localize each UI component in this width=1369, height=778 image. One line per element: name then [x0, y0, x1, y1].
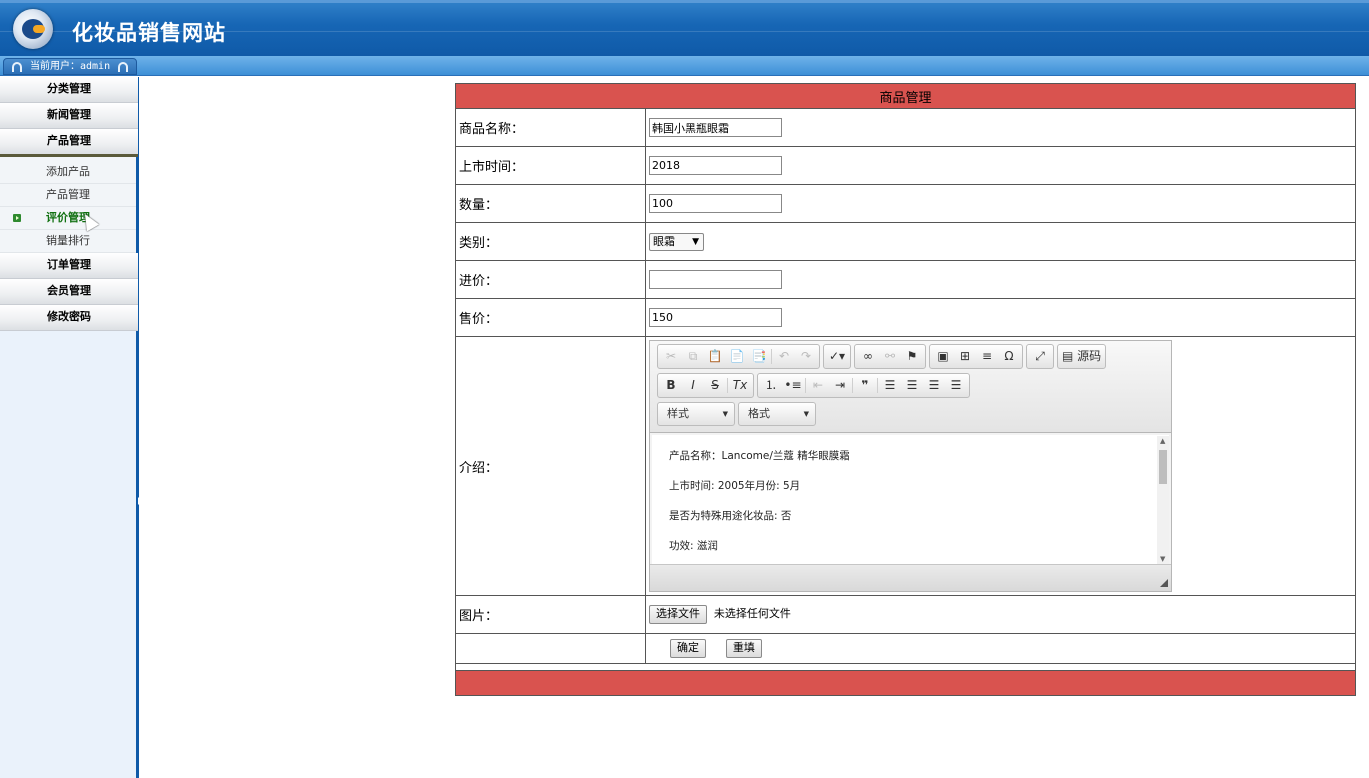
cut-icon[interactable]: ✂ — [660, 345, 682, 368]
redo-icon[interactable]: ↷ — [795, 345, 817, 368]
content-line: 产品名称：Lancome/兰蔻 精华眼膜霜 — [669, 450, 850, 462]
intro-label: 介绍： — [455, 336, 646, 596]
date-label: 上市时间： — [455, 146, 646, 185]
style-combo-label: 样式 — [667, 407, 689, 420]
maximize-icon[interactable]: ⤢ — [1029, 345, 1051, 368]
sidebar-toggle-icon[interactable] — [138, 497, 142, 505]
category-label: 类别： — [455, 222, 646, 261]
remove-format-icon[interactable]: Tx — [729, 374, 751, 397]
editor-toolbar: ✂ ⧉ 📋 📄 📑 ↶ ↷ ✓▾ ∞ ⚯ ⚑ ▣ ⊞ ≡ Ω ⤢ ▤ 源码 B … — [650, 341, 1171, 433]
table-icon[interactable]: ⊞ — [954, 345, 976, 368]
editor-footer — [650, 564, 1171, 591]
user-right-icon — [118, 62, 128, 72]
submenu-review-management[interactable]: 评价管理 — [0, 207, 136, 230]
source-doc-icon: ▤ — [1062, 349, 1074, 363]
bold-icon[interactable]: B — [660, 374, 682, 397]
file-status: 未选择任何文件 — [713, 607, 791, 620]
align-justify-icon[interactable]: ☰ — [945, 374, 967, 397]
style-combo[interactable]: 样式 ▼ — [657, 402, 735, 426]
product-form-table: 商品管理 商品名称： 上市时间： 数量： 类别： 眼霜 ▼ 进价： 售价： 介绍… — [455, 83, 1356, 696]
horizontal-line-icon[interactable]: ≡ — [976, 345, 998, 368]
site-title: 化妆品销售网站 — [72, 20, 226, 45]
content-line: 功效: 滋润 — [669, 540, 718, 552]
submenu-sales-ranking[interactable]: 销量排行 — [0, 230, 136, 253]
chevron-down-icon: ▼ — [722, 410, 728, 418]
submenu-product-management[interactable]: 产品管理 — [0, 184, 136, 207]
submit-button[interactable]: 确定 — [670, 639, 706, 658]
chevron-down-icon: ▼ — [692, 236, 699, 247]
logo-icon — [13, 9, 53, 49]
qty-label: 数量： — [455, 184, 646, 223]
sidebar: 分类管理 新闻管理 产品管理 添加产品 产品管理 评价管理 销量排行 订单管理 … — [0, 77, 142, 778]
special-char-icon[interactable]: Ω — [998, 345, 1020, 368]
blockquote-icon[interactable]: ❞ — [854, 374, 876, 397]
menu-member-management[interactable]: 会员管理 — [0, 279, 138, 305]
active-bullet-icon — [13, 214, 21, 222]
image-label: 图片： — [455, 595, 646, 634]
anchor-flag-icon[interactable]: ⚑ — [901, 345, 923, 368]
source-button[interactable]: ▤ 源码 — [1060, 345, 1103, 368]
indent-icon[interactable]: ⇥ — [829, 374, 851, 397]
cost-label: 进价： — [455, 260, 646, 299]
reset-button[interactable]: 重填 — [725, 639, 762, 658]
align-right-icon[interactable]: ☰ — [923, 374, 945, 397]
align-center-icon[interactable]: ☰ — [901, 374, 923, 397]
image-icon[interactable]: ▣ — [932, 345, 954, 368]
unlink-icon[interactable]: ⚯ — [879, 345, 901, 368]
undo-icon[interactable]: ↶ — [773, 345, 795, 368]
product-name-input[interactable] — [649, 118, 782, 137]
category-selected-value: 眼霜 — [653, 234, 675, 248]
copy-icon[interactable]: ⧉ — [682, 345, 704, 368]
current-user-label: 当前用户：admin — [30, 61, 111, 72]
paste-icon[interactable]: 📋 — [704, 345, 726, 368]
resize-handle-icon[interactable] — [1160, 579, 1168, 587]
menu-change-password[interactable]: 修改密码 — [0, 305, 138, 331]
category-select[interactable]: 眼霜 ▼ — [649, 232, 704, 251]
numbered-list-icon[interactable]: ⒈ — [760, 374, 782, 397]
scroll-down-icon[interactable]: ▼ — [1160, 555, 1165, 563]
link-icon[interactable]: ∞ — [857, 345, 879, 368]
user-left-icon — [12, 62, 22, 72]
menu-order-management[interactable]: 订单管理 — [0, 253, 138, 279]
choose-file-button[interactable]: 选择文件 — [649, 605, 707, 624]
paste-text-icon[interactable]: 📄 — [726, 345, 748, 368]
align-left-icon[interactable]: ☰ — [879, 374, 901, 397]
menu-category-management[interactable]: 分类管理 — [0, 77, 138, 103]
scroll-thumb[interactable] — [1159, 450, 1167, 484]
menu-news-management[interactable]: 新闻管理 — [0, 103, 138, 129]
spellcheck-icon[interactable]: ✓▾ — [826, 345, 848, 368]
paste-word-icon[interactable]: 📑 — [748, 345, 770, 368]
spacer-row — [455, 663, 1356, 671]
chevron-down-icon: ▼ — [803, 410, 809, 418]
source-label: 源码 — [1077, 349, 1102, 363]
strikethrough-icon[interactable]: S — [704, 374, 726, 397]
form-footer-bar — [455, 670, 1356, 696]
scroll-up-icon[interactable]: ▲ — [1160, 437, 1165, 445]
format-combo[interactable]: 格式 ▼ — [738, 402, 816, 426]
empty-label-cell — [455, 633, 646, 664]
price-label: 售价： — [455, 298, 646, 337]
product-submenu: 添加产品 产品管理 评价管理 销量排行 — [0, 157, 136, 253]
quantity-input[interactable] — [649, 194, 782, 213]
form-title: 商品管理 — [455, 83, 1356, 109]
bulleted-list-icon[interactable]: •≡ — [782, 374, 804, 397]
outdent-icon[interactable]: ⇤ — [807, 374, 829, 397]
rich-text-editor: ✂ ⧉ 📋 📄 📑 ↶ ↷ ✓▾ ∞ ⚯ ⚑ ▣ ⊞ ≡ Ω ⤢ ▤ 源码 B … — [649, 340, 1172, 592]
release-date-input[interactable] — [649, 156, 782, 175]
name-label: 商品名称： — [455, 108, 646, 147]
content-line: 是否为特殊用途化妆品: 否 — [669, 510, 792, 522]
sale-price-input[interactable] — [649, 308, 782, 327]
format-combo-label: 格式 — [748, 407, 770, 420]
submenu-add-product[interactable]: 添加产品 — [0, 161, 136, 184]
cost-price-input[interactable] — [649, 270, 782, 289]
editor-content[interactable]: 产品名称：Lancome/兰蔻 精华眼膜霜 上市时间: 2005年月份: 5月 … — [652, 435, 1169, 565]
app-header: 化妆品销售网站 — [0, 0, 1369, 56]
content-line: 上市时间: 2005年月份: 5月 — [669, 480, 801, 492]
italic-icon[interactable]: I — [682, 374, 704, 397]
menu-product-management[interactable]: 产品管理 — [0, 129, 138, 157]
editor-scrollbar[interactable]: ▲ ▼ — [1157, 436, 1169, 564]
user-bar: 当前用户：admin — [0, 56, 1369, 76]
current-user-tab: 当前用户：admin — [3, 58, 137, 75]
